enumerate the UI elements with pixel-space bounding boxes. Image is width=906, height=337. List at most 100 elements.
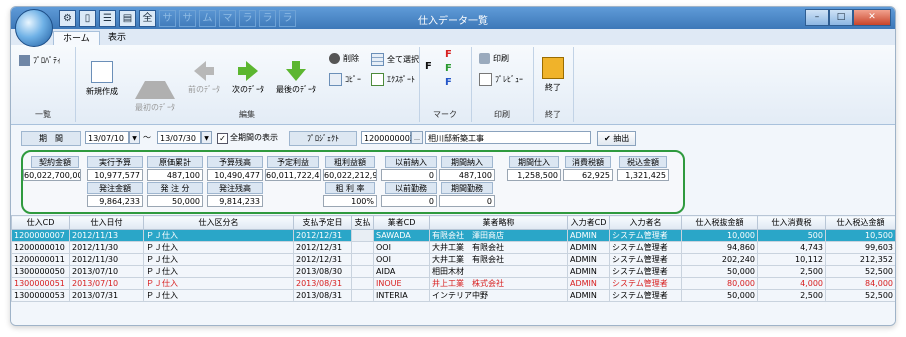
column-header[interactable]: 仕入CD [11, 215, 70, 230]
group-mark-label: マーク [433, 110, 457, 119]
cell-vendor-name: 相田木材 [429, 265, 568, 278]
table-row[interactable]: 1300000050 2013/07/10 ＰＪ仕入 2013/08/30 AI… [11, 265, 895, 278]
gross-profit-label: 粗利益額 [325, 156, 375, 168]
cell-tax: 4,743 [757, 241, 826, 254]
column-header[interactable]: 支払予定日 [293, 215, 352, 230]
order-amount-label: 発注金額 [87, 182, 143, 194]
delete-button[interactable]: 削除 [329, 53, 359, 64]
column-header[interactable]: 仕入区分名 [143, 215, 294, 230]
gross-profit-value: 60,022,212,90 [323, 169, 377, 181]
project-name-field: 相川邸新築工事 [425, 131, 591, 144]
next-record-button[interactable]: 次のﾃﾞｰﾀ [227, 61, 269, 95]
exec-budget-label: 実行予算 [87, 156, 143, 168]
minimize-button[interactable]: – [805, 9, 829, 26]
cell-amount-inc-tax: 212,352 [825, 253, 895, 266]
cell-amount-ex-tax: 94,860 [681, 241, 758, 254]
cell-vendor-name: 大井工業 有限会社 [429, 253, 568, 266]
column-header[interactable]: 支払 [351, 215, 374, 230]
all-period-checkbox[interactable]: ✓ [217, 133, 228, 144]
cell-vendor-cd: INTERIA [373, 289, 430, 302]
column-header[interactable]: 入力者CD [567, 215, 610, 230]
mark-red-icon[interactable]: F [445, 49, 452, 60]
date-from-input[interactable]: 13/07/10 [85, 131, 129, 144]
budget-remaining-label: 予算残高 [207, 156, 263, 168]
status-area [11, 312, 895, 325]
prev-purchases-label: 以前納入 [385, 156, 437, 168]
select-all-button[interactable]: 全て選択 [371, 53, 419, 66]
cost-total-value: 487,100 [147, 169, 203, 181]
close-button[interactable]: ✕ [853, 9, 891, 26]
cell-category: ＰＪ仕入 [143, 241, 294, 254]
cell-purchase-cd: 1300000050 [11, 265, 70, 278]
cell-amount-ex-tax: 80,000 [681, 277, 758, 290]
copy-button[interactable]: ｺﾋﾟｰ [329, 73, 361, 86]
planned-profit-value: 60,011,722,42 [265, 169, 321, 181]
project-code-input[interactable]: 1200000003 [361, 131, 415, 144]
first-record-button[interactable]: 最初のﾃﾞｰﾀ [131, 61, 179, 113]
prev-record-button[interactable]: 前のﾃﾞｰﾀ [183, 61, 225, 95]
application-menu-orb-icon[interactable] [15, 9, 53, 47]
cell-user-name: システム管理者 [609, 289, 682, 302]
cell-amount-inc-tax: 10,500 [825, 229, 895, 242]
group-print-label: 印刷 [494, 110, 510, 119]
export-button[interactable]: ｴｸｽﾎﾟｰﾄ [371, 73, 415, 86]
tab-home[interactable]: ホーム [53, 31, 100, 46]
mark-black-icon[interactable]: F [425, 61, 432, 72]
tab-view[interactable]: 表示 [99, 31, 135, 45]
cell-user-cd: ADMIN [567, 229, 610, 242]
mark-blue-icon[interactable]: F [445, 77, 452, 88]
mark-green-icon[interactable]: F [445, 63, 452, 74]
cell-tax: 2,500 [757, 289, 826, 302]
print-label: 印刷 [493, 54, 509, 63]
cell-purchase-cd: 1200000011 [11, 253, 70, 266]
tilde-separator: ～ [143, 133, 151, 142]
cell-paid [351, 241, 374, 254]
print-button[interactable]: 印刷 [479, 53, 509, 64]
window-title: 仕入データ一覧 [418, 16, 488, 27]
column-header[interactable]: 仕入消費税 [757, 215, 826, 230]
cell-user-cd: ADMIN [567, 241, 610, 254]
table-row[interactable]: 1200000011 2012/11/30 ＰＪ仕入 2012/12/31 OO… [11, 253, 895, 266]
properties-button[interactable]: ﾌﾟﾛﾊﾟﾃｨ [19, 55, 61, 66]
title-bar: ⚙ ▯ ☰ ▤ 全 サ サ ム マ ラ ラ ラ 仕入データ一覧 – □ ✕ [11, 7, 895, 29]
column-header[interactable]: 仕入税抜金額 [681, 215, 758, 230]
period-labor-label: 期間勤務 [441, 182, 493, 194]
new-document-icon [91, 61, 113, 83]
order-remaining-value: 9,814,233 [207, 195, 263, 207]
project-search-button[interactable]: … [411, 131, 423, 144]
maximize-button[interactable]: □ [829, 9, 853, 26]
column-header[interactable]: 業者CD [373, 215, 430, 230]
cell-purchase-cd: 1200000010 [11, 241, 70, 254]
cell-amount-inc-tax: 84,000 [825, 277, 895, 290]
tax-included-value: 1,321,425 [617, 169, 669, 181]
extract-button[interactable]: ✔ 抽出 [597, 131, 637, 146]
cell-payment-date: 2013/08/30 [293, 265, 352, 278]
group-exit: 終了 終了 [533, 47, 574, 122]
table-row[interactable]: 1200000010 2012/11/30 ＰＪ仕入 2012/12/31 OO… [11, 241, 895, 254]
cell-tax: 2,500 [757, 265, 826, 278]
exit-door-icon [542, 57, 564, 79]
table-row[interactable]: 1200000007 2012/11/13 ＰＪ仕入 2012/12/31 SA… [11, 229, 895, 242]
column-header[interactable]: 入力者名 [609, 215, 682, 230]
column-header[interactable]: 仕入日付 [69, 215, 144, 230]
table-row[interactable]: 1300000053 2013/07/31 ＰＪ仕入 2013/08/31 IN… [11, 289, 895, 302]
app-window: ⚙ ▯ ☰ ▤ 全 サ サ ム マ ラ ラ ラ 仕入データ一覧 – □ ✕ ホー… [10, 6, 896, 326]
new-button[interactable]: 新規作成 [81, 61, 123, 97]
last-record-button[interactable]: 最後のﾃﾞｰﾀ [271, 61, 321, 95]
preview-button[interactable]: ﾌﾟﾚﾋﾞｭｰ [479, 73, 523, 86]
group-edit-label: 編集 [239, 110, 255, 119]
column-header[interactable]: 業者略称 [429, 215, 568, 230]
arrow-up-icon [135, 61, 175, 99]
gross-rate-label: 粗 利 率 [325, 182, 375, 194]
date-from-dropdown-icon[interactable]: ▼ [129, 131, 140, 144]
cell-vendor-name: 井上工業 株式会社 [429, 277, 568, 290]
copy-label: ｺﾋﾟｰ [345, 75, 361, 84]
column-header[interactable]: 仕入税込金額 [825, 215, 895, 230]
delete-icon [329, 53, 340, 64]
exit-button[interactable]: 終了 [537, 57, 569, 93]
date-to-input[interactable]: 13/07/30 [157, 131, 201, 144]
group-list: ﾌﾟﾛﾊﾟﾃｨ 一覧 [11, 47, 76, 122]
cell-category: ＰＪ仕入 [143, 229, 294, 242]
table-row[interactable]: 1300000051 2013/07/10 ＰＪ仕入 2013/08/31 IN… [11, 277, 895, 290]
date-to-dropdown-icon[interactable]: ▼ [201, 131, 212, 144]
